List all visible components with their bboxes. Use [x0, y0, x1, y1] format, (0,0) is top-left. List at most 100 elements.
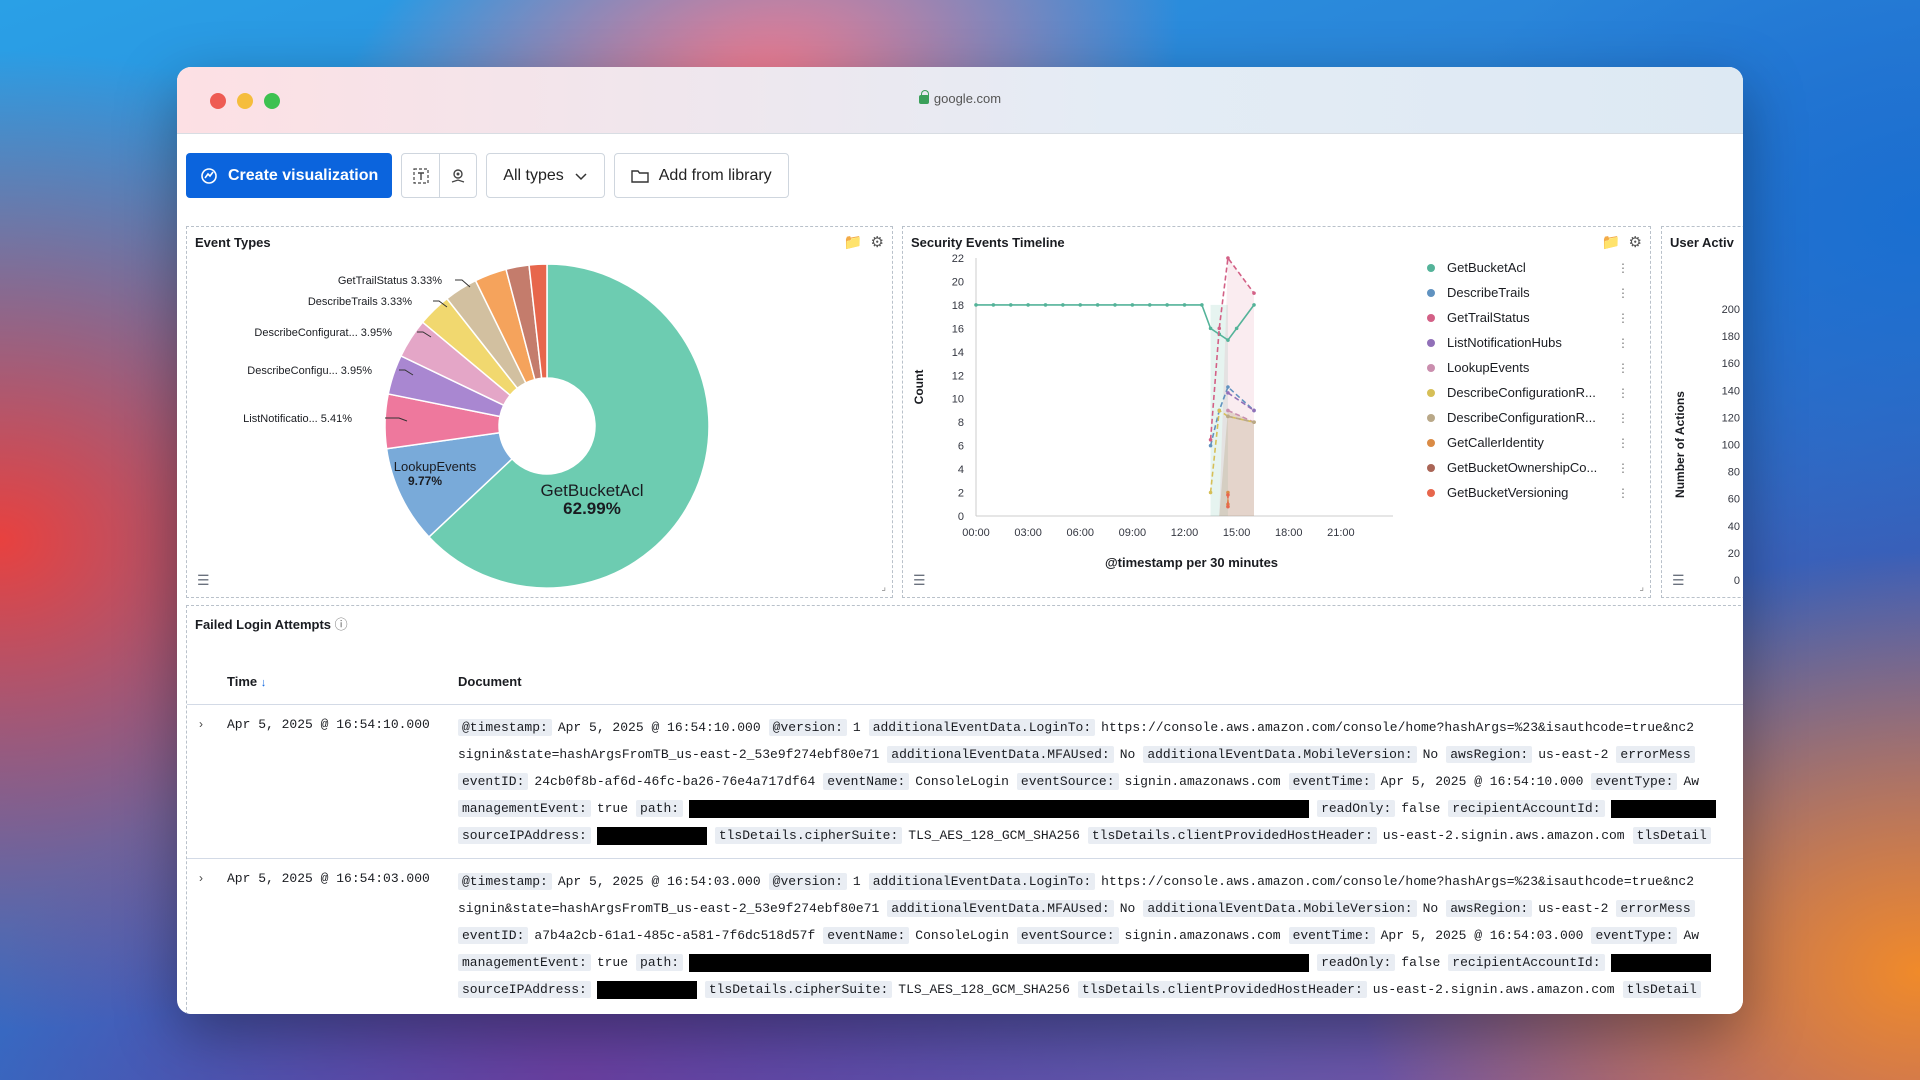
sort-desc-icon[interactable]: ↓	[261, 677, 267, 689]
series-point[interactable]	[1226, 385, 1230, 389]
x-tick-label: 03:00	[1014, 527, 1042, 539]
series-point[interactable]	[1208, 437, 1213, 442]
field-key: eventName:	[823, 773, 910, 790]
legend-more-icon[interactable]: ⋮	[1617, 436, 1629, 450]
y-tick-label: 20	[952, 276, 964, 288]
time-column-label: Time	[227, 674, 258, 689]
legend-more-icon[interactable]: ⋮	[1617, 411, 1629, 425]
legend-item[interactable]: ListNotificationHubs ⋮	[1427, 330, 1629, 355]
time-column-header[interactable]: Time ↓	[227, 674, 266, 689]
legend-item[interactable]: GetBucketAcl ⋮	[1427, 255, 1629, 280]
series-point[interactable]	[1113, 303, 1117, 307]
legend-toggle-icon[interactable]: ☰	[197, 572, 210, 589]
legend-item[interactable]: GetBucketOwnershipCo... ⋮	[1427, 455, 1629, 480]
url-bar[interactable]: google.com	[177, 90, 1743, 106]
field-key: additionalEventData.MobileVersion:	[1143, 900, 1417, 917]
series-point[interactable]	[1252, 420, 1256, 424]
field-value: a7b4a2cb-61a1-485c-a581-7f6dc518d57f	[534, 928, 816, 943]
series-point[interactable]	[974, 303, 978, 307]
legend-label: DescribeConfigurationR...	[1447, 410, 1596, 425]
legend-item[interactable]: LookupEvents ⋮	[1427, 355, 1629, 380]
y-tick-label: 4	[958, 464, 964, 476]
event-types-panel: Event Types 📁 ⚙ GetBucketAcl 62.99% Lookup…	[186, 226, 893, 598]
security-timeline-panel: Security Events Timeline 📁 ⚙ 0 2 4 6 8 10 12 14…	[902, 226, 1651, 598]
expand-row-icon[interactable]: ›	[199, 871, 203, 885]
series-point[interactable]	[1208, 326, 1213, 331]
series-point[interactable]	[1130, 303, 1135, 307]
y-tick-label: 20	[1728, 548, 1740, 560]
folder-save-icon[interactable]: 📁	[1602, 233, 1621, 251]
series-point[interactable]	[1200, 303, 1204, 307]
legend-color-dot	[1427, 463, 1435, 472]
y-tick-label: 40	[1728, 521, 1740, 533]
series-point[interactable]	[1226, 408, 1230, 413]
y-tick-label: 14	[952, 347, 964, 359]
legend-more-icon[interactable]: ⋮	[1617, 261, 1629, 275]
series-point[interactable]	[1226, 256, 1230, 260]
field-key: awsRegion:	[1446, 900, 1533, 917]
resize-handle[interactable]: ⌟	[1639, 582, 1644, 593]
legend-item[interactable]: GetTrailStatus ⋮	[1427, 305, 1629, 330]
table-row: › Apr 5, 2025 @ 16:54:03.000 @timestamp: Ap…	[187, 858, 1743, 1012]
field-key: path:	[636, 800, 684, 817]
y-tick-label: 0	[1734, 575, 1740, 587]
series-point[interactable]	[1182, 303, 1187, 307]
series-point[interactable]	[1008, 303, 1013, 307]
add-from-library-button[interactable]: Add from library	[613, 153, 789, 198]
legend-item[interactable]: DescribeConfigurationR... ⋮	[1427, 380, 1629, 405]
series-point[interactable]	[1226, 504, 1230, 509]
series-point[interactable]	[1217, 408, 1222, 413]
series-point[interactable]	[1043, 303, 1048, 307]
field-value: No	[1422, 747, 1439, 762]
legend-item[interactable]: GetCallerIdentity ⋮	[1427, 430, 1629, 455]
series-point[interactable]	[1165, 303, 1169, 307]
legend-item[interactable]: DescribeTrails ⋮	[1427, 280, 1629, 305]
series-point[interactable]	[1208, 490, 1213, 495]
series-point[interactable]	[1226, 338, 1230, 342]
series-point[interactable]	[991, 303, 996, 307]
legend-item[interactable]: GetBucketVersioning ⋮	[1427, 480, 1629, 505]
gear-icon[interactable]: ⚙	[1629, 233, 1642, 251]
legend-item[interactable]: DescribeConfigurationR... ⋮	[1427, 405, 1629, 430]
create-visualization-button[interactable]: Create visualization	[186, 153, 393, 198]
series-point[interactable]	[1217, 326, 1222, 331]
series-point[interactable]	[1061, 303, 1065, 307]
legend-toggle-icon[interactable]: ☰	[913, 572, 926, 589]
x-tick-label: 15:00	[1223, 527, 1251, 539]
resize-handle[interactable]: ⌟	[881, 582, 886, 593]
info-icon[interactable]: ⓘ	[335, 617, 348, 632]
series-point[interactable]	[1252, 303, 1256, 307]
legend-more-icon[interactable]: ⋮	[1617, 461, 1629, 475]
field-value: false	[1401, 955, 1441, 970]
legend-more-icon[interactable]: ⋮	[1617, 286, 1629, 300]
legend-more-icon[interactable]: ⋮	[1617, 336, 1629, 350]
legend-color-dot	[1427, 288, 1435, 297]
field-key: sourceIPAddress:	[458, 981, 591, 998]
series-point[interactable]	[1226, 391, 1230, 395]
legend-more-icon[interactable]: ⋮	[1617, 386, 1629, 400]
series-point[interactable]	[1226, 493, 1230, 497]
series-point[interactable]	[1252, 408, 1256, 413]
y-tick-label: 6	[958, 441, 964, 453]
series-point[interactable]	[1147, 303, 1152, 307]
series-point[interactable]	[1078, 303, 1083, 307]
document-line: sourceIPAddress: tlsDetails.cipherSuite: T…	[458, 822, 1743, 849]
series-point[interactable]	[1026, 303, 1030, 307]
add-text-button[interactable]	[402, 154, 439, 197]
series-point[interactable]	[1234, 326, 1239, 331]
legend-toggle-icon[interactable]: ☰	[1672, 572, 1685, 589]
expand-row-icon[interactable]: ›	[199, 717, 203, 731]
all-types-dropdown[interactable]: All types	[486, 153, 605, 198]
y-tick-label: 200	[1722, 304, 1740, 316]
y-tick-label: 16	[952, 323, 964, 335]
add-map-button[interactable]	[439, 154, 476, 197]
series-point[interactable]	[1208, 443, 1213, 448]
legend-more-icon[interactable]: ⋮	[1617, 361, 1629, 375]
series-point[interactable]	[1095, 303, 1100, 307]
series-point[interactable]	[1252, 291, 1256, 295]
y-tick-label: 180	[1722, 331, 1740, 343]
legend-more-icon[interactable]: ⋮	[1617, 486, 1629, 500]
legend-more-icon[interactable]: ⋮	[1617, 311, 1629, 325]
series-point[interactable]	[1226, 414, 1230, 419]
field-value: ConsoleLogin	[915, 928, 1009, 943]
